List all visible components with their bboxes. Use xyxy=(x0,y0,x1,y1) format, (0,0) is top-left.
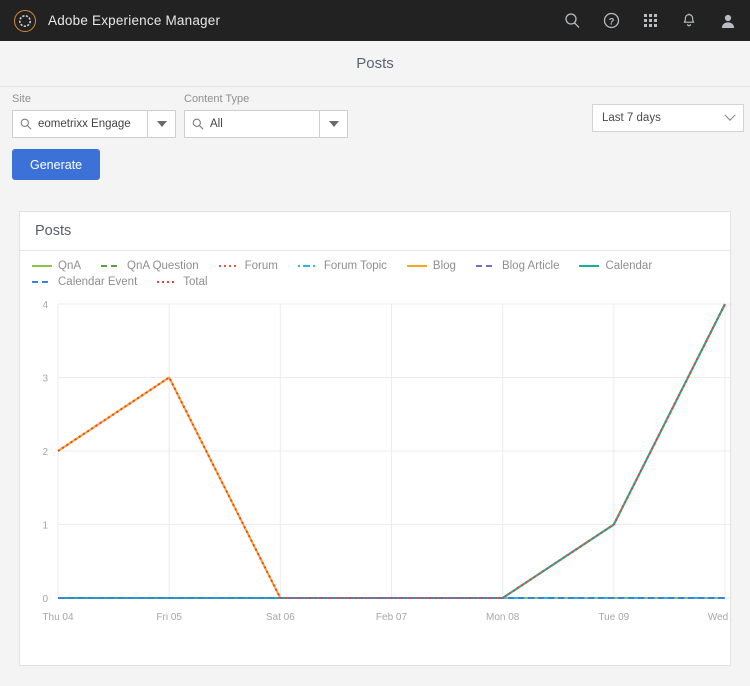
x-axis-tick-label: Mon 08 xyxy=(486,612,520,623)
chevron-down-icon xyxy=(724,109,736,121)
search-icon xyxy=(20,118,32,130)
generate-button[interactable]: Generate xyxy=(12,149,101,180)
y-axis-tick-label: 4 xyxy=(42,300,48,311)
y-axis-tick-label: 0 xyxy=(42,594,48,605)
content-type-dropdown-button[interactable] xyxy=(319,110,348,138)
legend-item-calendar-event[interactable]: Calendar Event xyxy=(32,276,137,288)
x-axis-tick-label: Thu 04 xyxy=(42,612,74,623)
caret-down-icon xyxy=(328,121,339,127)
legend-item-blog-article[interactable]: Blog Article xyxy=(475,260,560,272)
legend-item-blog[interactable]: Blog xyxy=(406,260,456,272)
site-combobox[interactable]: eometrixx Engage xyxy=(12,110,176,138)
legend-label: Calendar xyxy=(605,260,653,272)
help-icon[interactable]: ? xyxy=(601,11,621,31)
legend-label: Forum Topic xyxy=(323,260,387,272)
x-axis-tick-label: Wed 10 xyxy=(708,612,732,623)
x-axis-tick-label: Feb 07 xyxy=(376,612,408,623)
legend-label: Calendar Event xyxy=(58,276,138,288)
legend-item-qna-question[interactable]: QnA Question xyxy=(101,260,199,272)
legend-item-calendar[interactable]: Calendar xyxy=(579,260,652,272)
date-range-select[interactable]: Last 7 days xyxy=(592,104,744,132)
card-title: Posts xyxy=(35,223,72,239)
legend-item-qna[interactable]: QnA xyxy=(32,260,81,272)
page-title-bar: Posts xyxy=(0,41,750,87)
legend-label: QnA xyxy=(58,260,82,272)
site-input[interactable]: eometrixx Engage xyxy=(12,110,147,138)
topbar-actions: ? xyxy=(562,11,738,31)
solutions-grid-icon[interactable] xyxy=(640,11,660,31)
site-field: Site eometrixx Engage xyxy=(12,93,176,138)
x-axis-tick-label: Tue 09 xyxy=(598,612,629,623)
date-range-value: Last 7 days xyxy=(602,112,661,124)
legend-item-total[interactable]: Total xyxy=(157,276,208,288)
chart-plot-area: 0 1 2 3 4 Thu 04 Fri 05 Sat 06 Feb 07 Mon 08 Tue 0… xyxy=(20,292,732,652)
content-type-field-label: Content Type xyxy=(184,93,250,105)
card-header: Posts xyxy=(20,212,730,251)
content-type-field: Content Type All xyxy=(184,93,348,138)
brand-title: Adobe Experience Manager xyxy=(48,13,221,28)
legend-label: Blog xyxy=(432,260,456,272)
y-axis-tick-label: 3 xyxy=(42,374,48,385)
legend-swatch-icon xyxy=(579,261,600,271)
y-axis-tick-label: 2 xyxy=(42,447,48,458)
chart-legend: QnA QnA Question Forum Forum Topic Blog Blog … xyxy=(20,251,720,292)
site-dropdown-button[interactable] xyxy=(147,110,176,138)
notifications-bell-icon[interactable] xyxy=(679,11,699,31)
search-icon[interactable] xyxy=(562,11,582,31)
legend-label: Total xyxy=(183,276,208,288)
legend-swatch-icon xyxy=(218,261,239,271)
legend-swatch-icon xyxy=(32,277,52,287)
user-avatar-icon[interactable] xyxy=(718,11,738,31)
adobe-ring-logo-icon xyxy=(14,9,36,32)
content-type-input[interactable]: All xyxy=(184,110,319,138)
legend-swatch-icon xyxy=(32,261,52,271)
legend-label: Forum xyxy=(244,260,278,272)
page-title: Posts xyxy=(356,55,394,72)
caret-down-icon xyxy=(156,121,167,127)
legend-label: Blog Article xyxy=(501,260,560,272)
legend-swatch-icon xyxy=(101,261,122,271)
brand[interactable]: Adobe Experience Manager xyxy=(14,9,221,32)
x-axis-tick-label: Sat 06 xyxy=(266,612,295,623)
legend-item-forum[interactable]: Forum xyxy=(218,260,278,272)
legend-swatch-icon xyxy=(475,261,496,271)
site-value: eometrixx Engage xyxy=(38,118,131,130)
search-icon xyxy=(192,118,204,130)
legend-swatch-icon xyxy=(157,277,178,287)
posts-chart-card: Posts QnA QnA Question Forum Forum Topic Blo… xyxy=(19,211,732,666)
content-type-value: All xyxy=(210,118,223,130)
content-type-combobox[interactable]: All xyxy=(184,110,348,138)
legend-swatch-icon xyxy=(406,261,427,271)
legend-swatch-icon xyxy=(297,261,318,271)
legend-item-forum-topic[interactable]: Forum Topic xyxy=(297,260,387,272)
legend-label: QnA Question xyxy=(127,260,199,272)
x-axis-tick-label: Fri 05 xyxy=(156,612,182,623)
posts-line-chart: 0 1 2 3 4 Thu 04 Fri 05 Sat 06 Feb 07 Mon 08 Tue 0… xyxy=(42,300,732,623)
svg-text:?: ? xyxy=(608,16,614,27)
y-axis-tick-label: 1 xyxy=(42,521,48,532)
top-navigation-bar: Adobe Experience Manager ? xyxy=(0,0,750,41)
site-field-label: Site xyxy=(12,93,31,105)
